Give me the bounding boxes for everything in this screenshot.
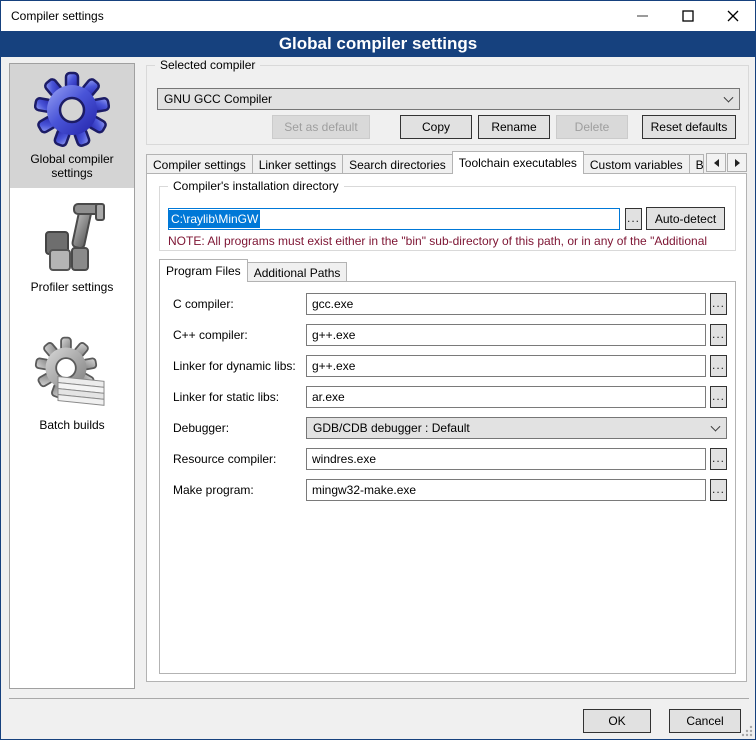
tab-additional-paths[interactable]: Additional Paths xyxy=(247,262,348,282)
dynamic-linker-browse-button[interactable]: ... xyxy=(710,355,727,377)
delete-button[interactable]: Delete xyxy=(556,115,628,139)
dynamic-linker-input[interactable] xyxy=(306,355,706,377)
installation-directory-group: Compiler's installation directory C:\ray… xyxy=(159,186,736,251)
maximize-icon xyxy=(682,10,694,22)
copy-button[interactable]: Copy xyxy=(400,115,472,139)
gear-stack-icon xyxy=(32,336,112,416)
make-program-browse-button[interactable]: ... xyxy=(710,479,727,501)
c-compiler-label: C compiler: xyxy=(173,297,234,311)
compiler-select-value: GNU GCC Compiler xyxy=(164,92,272,106)
compiler-settings-notebook: Compiler settings Linker settings Search… xyxy=(146,151,747,682)
make-program-input[interactable] xyxy=(306,479,706,501)
compiler-settings-dialog: Compiler settings Global compiler settin… xyxy=(0,0,756,740)
cpp-compiler-label: C++ compiler: xyxy=(173,328,248,342)
installation-directory-input[interactable]: C:\raylib\MinGW xyxy=(168,208,620,230)
window-title: Compiler settings xyxy=(11,9,104,23)
arrow-left-icon xyxy=(714,159,719,167)
compiler-select[interactable]: GNU GCC Compiler xyxy=(157,88,740,110)
program-files-page: C compiler: ... C++ compiler: ... Linker… xyxy=(159,281,736,674)
field-row: C compiler: ... xyxy=(160,293,735,315)
selected-compiler-group-label: Selected compiler xyxy=(155,58,260,72)
c-compiler-browse-button[interactable]: ... xyxy=(710,293,727,315)
chevron-down-icon xyxy=(711,422,721,432)
footer-separator xyxy=(9,698,749,699)
static-linker-browse-button[interactable]: ... xyxy=(710,386,727,408)
dialog-header-title: Global compiler settings xyxy=(279,34,477,54)
sidebar-item-label: Global compiler settings xyxy=(10,150,134,188)
program-files-notebook: Program Files Additional Paths C compile… xyxy=(159,259,736,674)
resource-compiler-label: Resource compiler: xyxy=(173,452,276,466)
field-row: C++ compiler: ... xyxy=(160,324,735,346)
static-linker-label: Linker for static libs: xyxy=(173,390,279,404)
arrow-right-icon xyxy=(735,159,740,167)
inner-tab-strip: Program Files Additional Paths xyxy=(159,259,736,282)
minimize-button[interactable] xyxy=(620,1,665,31)
field-row: Debugger: GDB/CDB debugger : Default xyxy=(160,417,735,439)
sidebar-item-batch-builds[interactable]: Batch builds xyxy=(10,330,134,440)
tab-compiler-settings[interactable]: Compiler settings xyxy=(146,154,253,174)
resource-compiler-browse-button[interactable]: ... xyxy=(710,448,727,470)
static-linker-input[interactable] xyxy=(306,386,706,408)
resize-grip[interactable] xyxy=(740,724,753,737)
make-program-label: Make program: xyxy=(173,483,254,497)
toolchain-executables-page: Compiler's installation directory C:\ray… xyxy=(146,173,747,682)
close-button[interactable] xyxy=(710,1,755,31)
minimize-icon xyxy=(637,15,648,17)
reset-defaults-button[interactable]: Reset defaults xyxy=(642,115,736,139)
blue-gear-icon xyxy=(32,70,112,150)
debugger-select[interactable]: GDB/CDB debugger : Default xyxy=(306,417,727,439)
c-compiler-input[interactable] xyxy=(306,293,706,315)
installation-directory-value: C:\raylib\MinGW xyxy=(169,210,260,228)
auto-detect-button[interactable]: Auto-detect xyxy=(646,207,725,230)
tab-toolchain-executables[interactable]: Toolchain executables xyxy=(452,151,584,174)
tab-scroll-right-button[interactable] xyxy=(727,153,747,172)
debugger-label: Debugger: xyxy=(173,421,229,435)
installation-directory-browse-button[interactable]: ... xyxy=(625,208,642,230)
field-row: Linker for dynamic libs: ... xyxy=(160,355,735,377)
tab-search-directories[interactable]: Search directories xyxy=(342,154,453,174)
close-icon xyxy=(727,10,739,22)
chevron-down-icon xyxy=(724,93,734,103)
tab-strip: Compiler settings Linker settings Search… xyxy=(146,151,747,174)
field-row: Linker for static libs: ... xyxy=(160,386,735,408)
title-bar: Compiler settings xyxy=(1,1,755,31)
tab-linker-settings[interactable]: Linker settings xyxy=(252,154,343,174)
settings-category-list: Global compiler settings xyxy=(9,63,135,689)
rename-button[interactable]: Rename xyxy=(478,115,550,139)
field-row: Make program: ... xyxy=(160,479,735,501)
dynamic-linker-label: Linker for dynamic libs: xyxy=(173,359,296,373)
maximize-button[interactable] xyxy=(665,1,710,31)
tab-scroll-left-button[interactable] xyxy=(706,153,726,172)
tab-build-options[interactable]: Build xyxy=(689,154,704,174)
installation-directory-note: NOTE: All programs must exist either in … xyxy=(168,234,724,248)
sidebar-item-global-compiler-settings[interactable]: Global compiler settings xyxy=(10,64,134,188)
sidebar-item-profiler-settings[interactable]: Profiler settings xyxy=(10,192,134,302)
tab-custom-variables[interactable]: Custom variables xyxy=(583,154,690,174)
caliper-icon xyxy=(32,198,112,278)
ok-button[interactable]: OK xyxy=(583,709,651,733)
debugger-select-value: GDB/CDB debugger : Default xyxy=(313,421,470,435)
cancel-button[interactable]: Cancel xyxy=(669,709,741,733)
tab-program-files[interactable]: Program Files xyxy=(159,259,248,282)
selected-compiler-group: Selected compiler GNU GCC Compiler Set a… xyxy=(146,65,749,145)
installation-directory-group-label: Compiler's installation directory xyxy=(168,179,344,193)
set-as-default-button[interactable]: Set as default xyxy=(272,115,370,139)
cpp-compiler-input[interactable] xyxy=(306,324,706,346)
sidebar-item-label: Batch builds xyxy=(10,416,134,440)
cpp-compiler-browse-button[interactable]: ... xyxy=(710,324,727,346)
sidebar-item-label: Profiler settings xyxy=(10,278,134,302)
field-row: Resource compiler: ... xyxy=(160,448,735,470)
resource-compiler-input[interactable] xyxy=(306,448,706,470)
dialog-header: Global compiler settings xyxy=(1,31,755,57)
